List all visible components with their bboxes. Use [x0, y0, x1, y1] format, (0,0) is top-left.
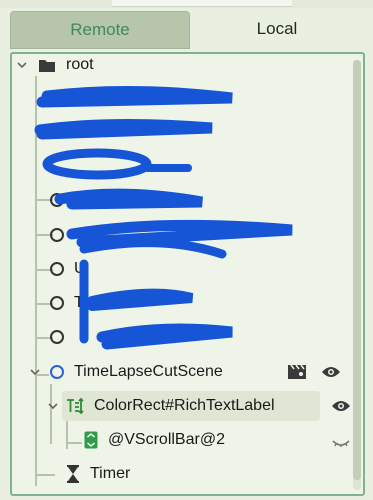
top-selected-tab-fragment[interactable] [112, 0, 292, 7]
scene-tabs: Remote Local [10, 11, 366, 49]
tab-local[interactable]: Local [188, 11, 366, 47]
tree-scrollbar[interactable] [353, 60, 361, 490]
eye-icon[interactable] [331, 399, 351, 413]
tree-row[interactable]: U [50, 254, 320, 284]
tree-row-vscrollbar[interactable]: @VScrollBar@2 [84, 425, 344, 455]
chevron-down-icon[interactable] [46, 400, 60, 412]
hourglass-icon [66, 465, 80, 483]
tab-remote[interactable]: Remote [10, 11, 190, 49]
circle-node-icon [50, 330, 64, 344]
tab-remote-label: Remote [70, 20, 130, 39]
node-label-timelapse: TimeLapseCutScene [74, 363, 223, 380]
node-label-timer: Timer [90, 465, 131, 482]
tree-guide-line [35, 76, 37, 486]
circle-node-icon [50, 228, 64, 242]
tree-row-root[interactable]: root [14, 54, 344, 80]
rich-text-label-icon [66, 397, 84, 415]
root-label: root [66, 56, 94, 73]
row-icons [287, 364, 341, 380]
tree-row-timer[interactable]: Timer [66, 459, 266, 489]
tree-row[interactable] [50, 322, 320, 352]
tree-scrollbar-thumb[interactable] [353, 60, 361, 480]
tree-guide-line [66, 442, 82, 444]
tree-guide-line [66, 419, 68, 449]
chevron-down-icon[interactable] [14, 59, 30, 71]
clapperboard-icon[interactable] [287, 364, 307, 380]
visibility-toggle-icon[interactable] [332, 440, 350, 448]
circle-node-icon [50, 365, 64, 379]
node-label-colorrect: ColorRect#RichTextLabel [94, 397, 275, 414]
circle-node-icon [50, 193, 64, 207]
node-label-u: U [74, 260, 86, 277]
scene-tree-panel: root U T TimeLapseCutScene ColorRect#Ric… [10, 52, 365, 496]
folder-icon [38, 58, 56, 73]
vscrollbar-icon [84, 431, 98, 449]
top-strip [0, 0, 373, 8]
eye-icon[interactable] [321, 365, 341, 379]
node-label-vscrollbar: @VScrollBar@2 [108, 431, 225, 448]
tree-row-timelapse[interactable]: TimeLapseCutScene [28, 357, 353, 387]
circle-node-icon [50, 262, 64, 276]
node-label-t: T [74, 294, 84, 311]
tree-row[interactable]: T [50, 288, 320, 318]
circle-node-icon [50, 296, 64, 310]
tree-guide-line [50, 384, 52, 444]
tree-row-colorrect[interactable]: ColorRect#RichTextLabel [48, 391, 320, 421]
tab-local-label: Local [256, 19, 298, 38]
tree-guide-line [35, 474, 55, 476]
chevron-down-icon[interactable] [28, 366, 42, 378]
tree-row[interactable] [50, 220, 320, 250]
tree-row[interactable] [50, 185, 320, 215]
